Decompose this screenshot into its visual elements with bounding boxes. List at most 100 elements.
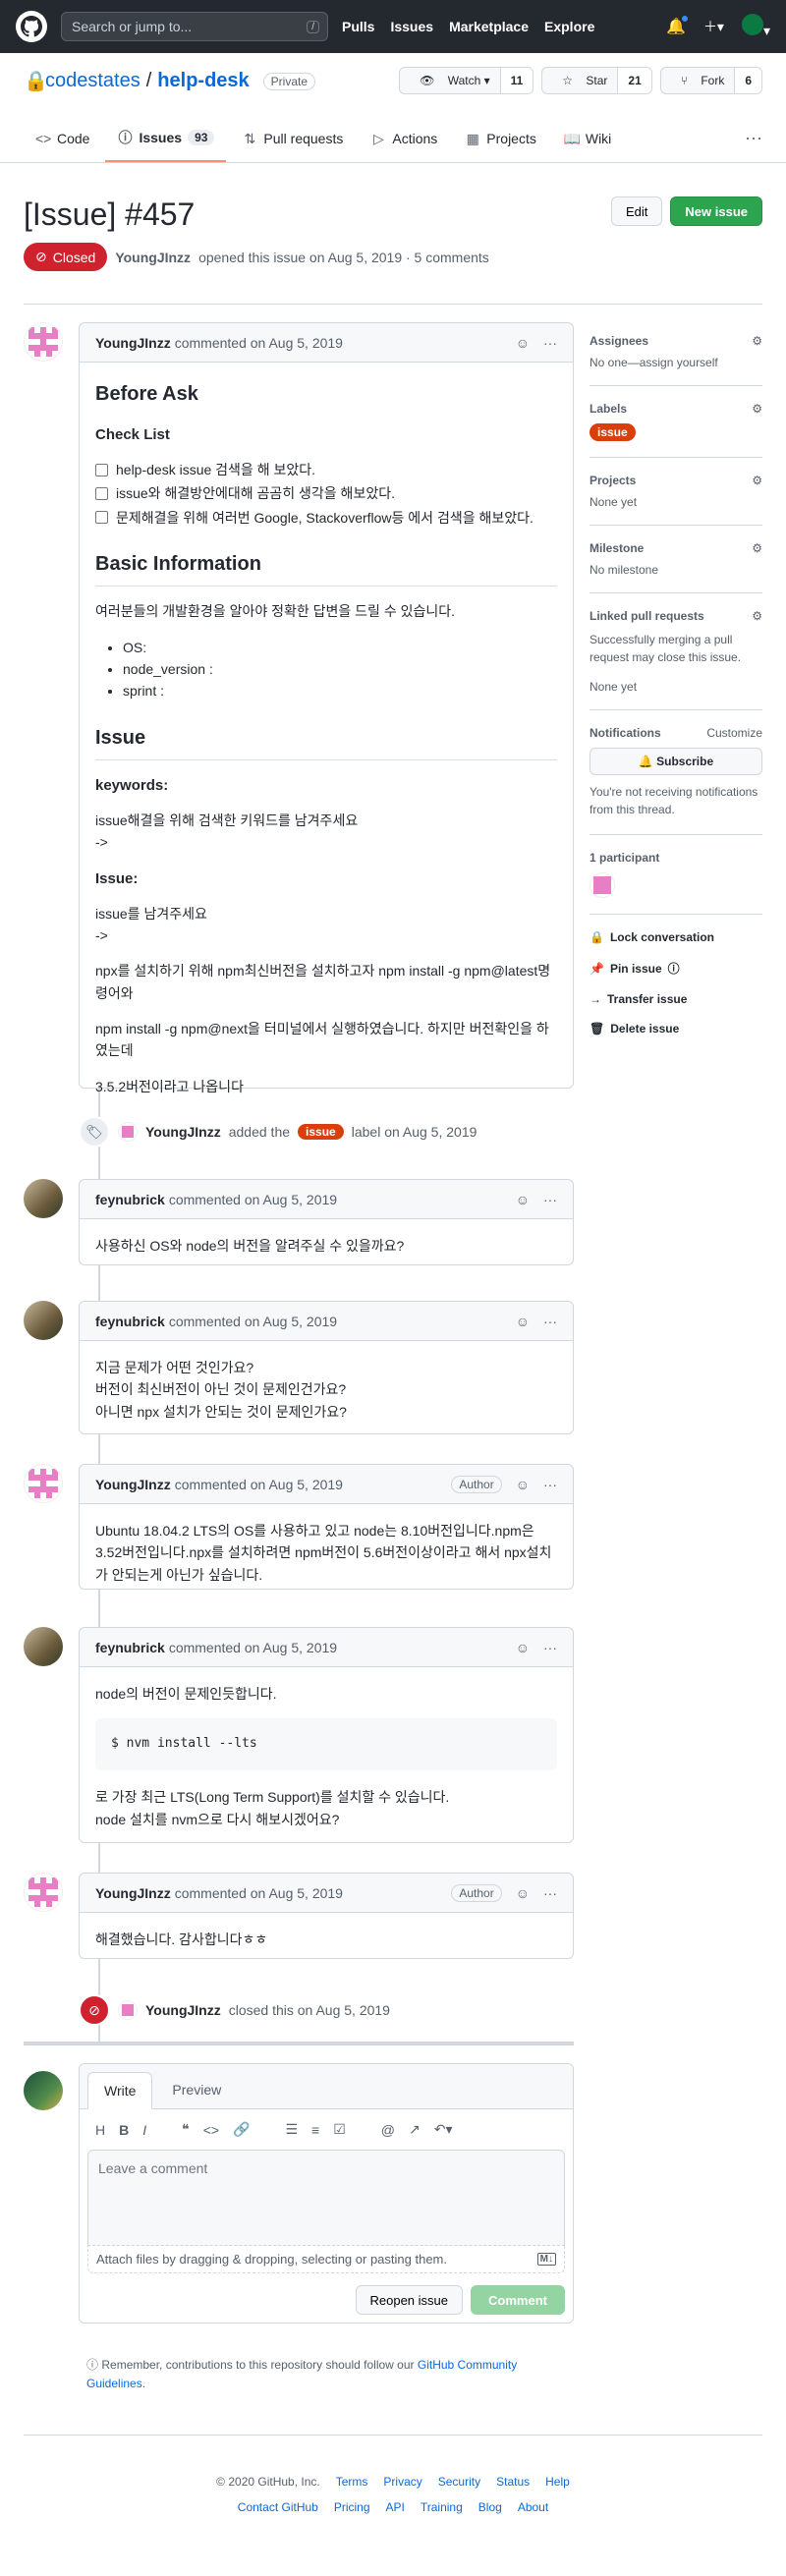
- repo-name-link[interactable]: help-desk: [157, 70, 249, 92]
- smiley-reaction-icon[interactable]: ☺: [516, 1192, 530, 1207]
- footer-link-contact[interactable]: Contact GitHub: [238, 2500, 318, 2514]
- issue-label-badge[interactable]: issue: [298, 1124, 344, 1140]
- tab-code[interactable]: <> Code: [24, 115, 101, 162]
- notifications-bell-icon[interactable]: 🔔: [666, 15, 689, 36]
- footer-link-help[interactable]: Help: [545, 2475, 570, 2489]
- customize-link[interactable]: Customize: [706, 726, 762, 740]
- smiley-reaction-icon[interactable]: ☺: [516, 1477, 530, 1492]
- gear-icon[interactable]: ⚙: [752, 334, 762, 348]
- search-input[interactable]: Search or jump to... /: [61, 12, 328, 41]
- link-icon[interactable]: 🔗: [233, 2121, 250, 2138]
- footer-link-about[interactable]: About: [518, 2500, 548, 2514]
- gear-icon[interactable]: ⚙: [752, 609, 762, 623]
- task-checkbox[interactable]: [95, 463, 108, 476]
- tab-wiki[interactable]: 📖 Wiki: [552, 115, 623, 162]
- pin-issue-link[interactable]: 📌 Pin issue ⓘ: [590, 960, 762, 977]
- nav-marketplace[interactable]: Marketplace: [449, 19, 529, 34]
- comment-kebab-icon[interactable]: ···: [543, 1192, 557, 1207]
- comment-textarea[interactable]: Leave a comment: [87, 2150, 565, 2246]
- mini-avatar[interactable]: [118, 1122, 138, 1142]
- smiley-reaction-icon[interactable]: ☺: [516, 335, 530, 351]
- tab-preview[interactable]: Preview: [156, 2071, 237, 2108]
- task-checkbox[interactable]: [95, 511, 108, 525]
- ordered-list-icon[interactable]: ≡: [311, 2122, 319, 2138]
- comment-button[interactable]: Comment: [471, 2285, 565, 2315]
- comment-author[interactable]: feynubrick: [95, 1192, 165, 1207]
- subscribe-button[interactable]: 🔔 Subscribe: [590, 748, 762, 775]
- watch-count[interactable]: 11: [499, 68, 533, 93]
- issue-author-link[interactable]: YoungJInzz: [115, 250, 191, 265]
- unordered-list-icon[interactable]: ☰: [285, 2121, 298, 2138]
- footer-link-blog[interactable]: Blog: [478, 2500, 502, 2514]
- tab-issues[interactable]: ⓘ Issues 93: [105, 115, 227, 162]
- avatar[interactable]: [24, 1464, 63, 1503]
- gear-icon[interactable]: ⚙: [752, 474, 762, 487]
- create-new-plus-icon[interactable]: ＋▾: [703, 17, 724, 36]
- assignees-value[interactable]: No one—assign yourself: [590, 356, 762, 369]
- avatar[interactable]: [24, 2071, 63, 2110]
- footer-link-api[interactable]: API: [386, 2500, 405, 2514]
- cross-reference-icon[interactable]: ↗: [409, 2121, 421, 2138]
- footer-link-training[interactable]: Training: [421, 2500, 463, 2514]
- gear-icon[interactable]: ⚙: [752, 402, 762, 416]
- comment-author[interactable]: feynubrick: [95, 1640, 165, 1655]
- star-count[interactable]: 21: [617, 68, 651, 93]
- comment-time[interactable]: commented on Aug 5, 2019: [169, 1314, 337, 1329]
- footer-link-pricing[interactable]: Pricing: [334, 2500, 370, 2514]
- smiley-reaction-icon[interactable]: ☺: [516, 1640, 530, 1655]
- bold-icon[interactable]: B: [119, 2122, 129, 2138]
- repo-owner-link[interactable]: codestates: [45, 70, 140, 92]
- fork-button[interactable]: ⑂ Fork 6: [659, 67, 762, 94]
- comment-time[interactable]: commented on Aug 5, 2019: [175, 1477, 343, 1492]
- nav-issues[interactable]: Issues: [390, 19, 433, 34]
- transfer-issue-link[interactable]: → Transfer issue: [590, 992, 762, 1006]
- avatar[interactable]: [24, 1301, 63, 1340]
- footer-link-privacy[interactable]: Privacy: [383, 2475, 421, 2489]
- footer-link-security[interactable]: Security: [438, 2475, 480, 2489]
- footer-link-status[interactable]: Status: [496, 2475, 530, 2489]
- comment-kebab-icon[interactable]: ···: [543, 1640, 557, 1655]
- comment-time[interactable]: commented on Aug 5, 2019: [175, 335, 343, 351]
- delete-issue-link[interactable]: 🗑 Delete issue: [590, 1022, 762, 1036]
- smiley-reaction-icon[interactable]: ☺: [516, 1314, 530, 1329]
- comment-time[interactable]: commented on Aug 5, 2019: [175, 1885, 343, 1901]
- reply-icon[interactable]: ↶▾: [434, 2121, 453, 2138]
- comment-author[interactable]: feynubrick: [95, 1314, 165, 1329]
- github-logo-icon[interactable]: [16, 11, 47, 42]
- mini-avatar[interactable]: [118, 2000, 138, 2020]
- event-author[interactable]: YoungJInzz: [145, 1124, 221, 1140]
- watch-button[interactable]: 👁 Watch ▾ 11: [399, 67, 534, 94]
- fork-count[interactable]: 6: [734, 68, 761, 93]
- tab-write[interactable]: Write: [87, 2072, 153, 2109]
- task-checkbox[interactable]: [95, 487, 108, 501]
- mention-icon[interactable]: @: [381, 2122, 395, 2138]
- edit-button[interactable]: Edit: [611, 196, 663, 226]
- comment-kebab-icon[interactable]: ···: [543, 1477, 557, 1492]
- attach-files-area[interactable]: Attach files by dragging & dropping, sel…: [87, 2246, 565, 2273]
- lock-conversation-link[interactable]: 🔒 Lock conversation: [590, 930, 762, 944]
- quote-icon[interactable]: ❝: [182, 2121, 190, 2138]
- italic-icon[interactable]: I: [142, 2122, 146, 2138]
- comment-time[interactable]: commented on Aug 5, 2019: [169, 1192, 337, 1207]
- user-avatar-menu[interactable]: ▾: [741, 14, 770, 39]
- comment-kebab-icon[interactable]: ···: [543, 1885, 557, 1901]
- code-icon[interactable]: <>: [203, 2122, 219, 2138]
- star-button[interactable]: ☆ Star 21: [541, 67, 652, 94]
- avatar[interactable]: [24, 322, 63, 362]
- footer-link-terms[interactable]: Terms: [336, 2475, 368, 2489]
- comment-author[interactable]: YoungJInzz: [95, 335, 171, 351]
- new-issue-button[interactable]: New issue: [670, 196, 762, 226]
- comment-kebab-icon[interactable]: ···: [543, 335, 557, 351]
- reopen-issue-button[interactable]: Reopen issue: [355, 2285, 463, 2315]
- tab-projects[interactable]: ▦ Projects: [453, 115, 548, 162]
- comment-kebab-icon[interactable]: ···: [543, 1314, 557, 1329]
- more-kebab-icon[interactable]: ···: [745, 128, 762, 148]
- comment-author[interactable]: YoungJInzz: [95, 1885, 171, 1901]
- markdown-icon[interactable]: M↓: [536, 2253, 556, 2266]
- participant-avatar[interactable]: [590, 872, 615, 898]
- issue-label-badge[interactable]: issue: [590, 423, 636, 441]
- tab-pull-requests[interactable]: ⇅ Pull requests: [230, 115, 355, 162]
- comment-author[interactable]: YoungJInzz: [95, 1477, 171, 1492]
- avatar[interactable]: [24, 1873, 63, 1912]
- nav-explore[interactable]: Explore: [544, 19, 594, 34]
